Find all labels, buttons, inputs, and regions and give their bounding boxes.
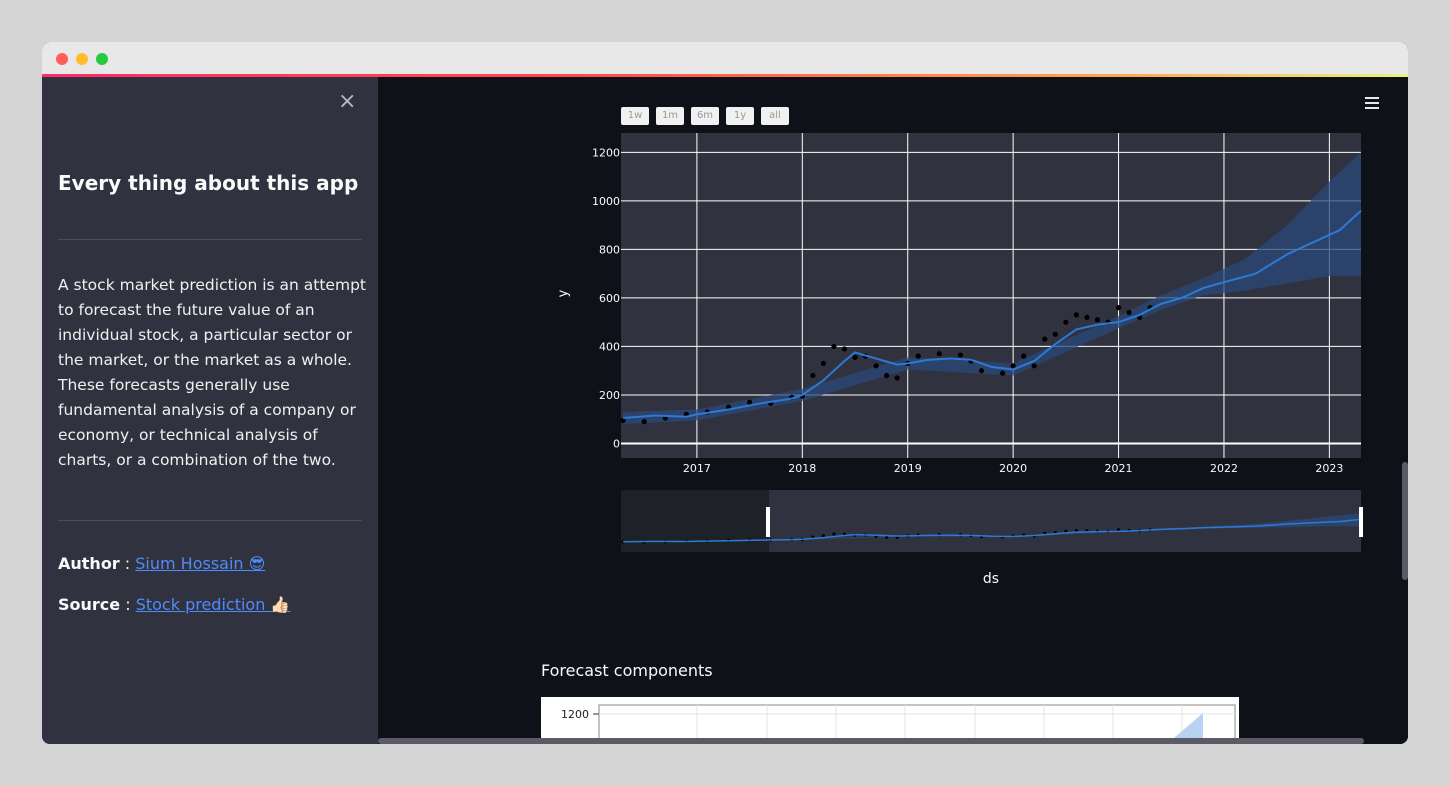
x-tick-label: 2021: [1105, 462, 1133, 475]
author-line: Author : Sium Hossain 😎: [58, 554, 265, 573]
close-sidebar-icon[interactable]: ×: [338, 91, 356, 113]
author-label: Author: [58, 554, 120, 573]
actual-point: [747, 399, 753, 405]
actual-point: [1073, 312, 1079, 318]
sidebar-title: Every thing about this app: [58, 171, 359, 195]
forecast-components-chart: 1200: [541, 697, 1239, 744]
actual-point: [1094, 317, 1101, 323]
x-tick-label: 2017: [683, 462, 711, 475]
actual-point: [841, 346, 848, 352]
maximize-window-button[interactable]: [96, 53, 108, 65]
x-axis-title: ds: [983, 571, 999, 587]
close-window-button[interactable]: [56, 53, 68, 65]
forecast-components-title: Forecast components: [541, 661, 713, 680]
vertical-scrollbar[interactable]: [1402, 462, 1408, 580]
horizontal-scrollbar[interactable]: [378, 738, 1364, 744]
actual-point: [641, 419, 647, 425]
y-tick-label: 0: [613, 437, 620, 450]
actual-point: [936, 351, 942, 357]
y-tick-label: 1000: [592, 195, 620, 208]
minimize-window-button[interactable]: [76, 53, 88, 65]
sidebar-description: A stock market prediction is an attempt …: [58, 276, 366, 469]
actual-point: [894, 375, 900, 381]
browser-window: × Every thing about this app A stock mar…: [42, 42, 1408, 744]
source-line: Source : Stock prediction 👍🏻: [58, 595, 290, 614]
actual-point: [884, 372, 890, 379]
actual-point: [915, 353, 921, 359]
x-tick-label: 2020: [999, 462, 1027, 475]
actual-point: [1010, 363, 1016, 369]
actual-point: [1031, 363, 1037, 369]
y-tick-label: 600: [599, 292, 620, 305]
main-content: 1w 1m 6m 1y all 2017 2018 2019 2020 2021 2022…: [378, 77, 1408, 744]
actual-point: [1063, 319, 1069, 325]
sidebar-divider: [58, 239, 362, 240]
window-titlebar: [42, 42, 1408, 74]
separator: :: [120, 595, 136, 614]
y-tick-label: 1200: [592, 146, 620, 159]
actual-point: [831, 343, 837, 350]
actual-point: [1021, 353, 1027, 359]
y-axis-title: y: [556, 289, 571, 297]
actual-point: [873, 363, 879, 369]
actual-point: [852, 354, 858, 360]
actual-point: [957, 352, 964, 358]
y-tick-label: 400: [599, 340, 620, 353]
actual-point: [820, 360, 826, 367]
actual-point: [810, 372, 816, 379]
actual-point: [1042, 336, 1048, 342]
actual-point: [1052, 331, 1058, 337]
sidebar-divider: [58, 520, 362, 521]
separator: :: [119, 554, 136, 573]
actual-point: [1084, 314, 1090, 320]
source-link[interactable]: Stock prediction 👍🏻: [136, 595, 291, 614]
x-tick-label: 2019: [894, 462, 922, 475]
actual-point: [978, 368, 985, 374]
sidebar: × Every thing about this app A stock mar…: [42, 77, 378, 744]
components-y-tick: 1200: [561, 708, 589, 721]
x-tick-label: 2023: [1315, 462, 1343, 475]
x-tick-label: 2018: [788, 462, 816, 475]
actual-point: [1115, 305, 1122, 311]
actual-point: [999, 370, 1006, 376]
y-tick-label: 800: [599, 243, 620, 256]
forecast-chart[interactable]: 2017 2018 2019 2020 2021 2022 2023 0 200 400 600 80…: [378, 77, 1408, 637]
range-slider-point: [832, 532, 836, 536]
x-tick-label: 2022: [1210, 462, 1238, 475]
actual-point: [1126, 309, 1132, 316]
range-slider-handle-right[interactable]: [1359, 507, 1363, 537]
y-tick-label: 200: [599, 389, 620, 402]
range-slider-handle-left[interactable]: [766, 507, 770, 537]
author-link[interactable]: Sium Hossain 😎: [135, 554, 265, 573]
source-label: Source: [58, 595, 121, 614]
